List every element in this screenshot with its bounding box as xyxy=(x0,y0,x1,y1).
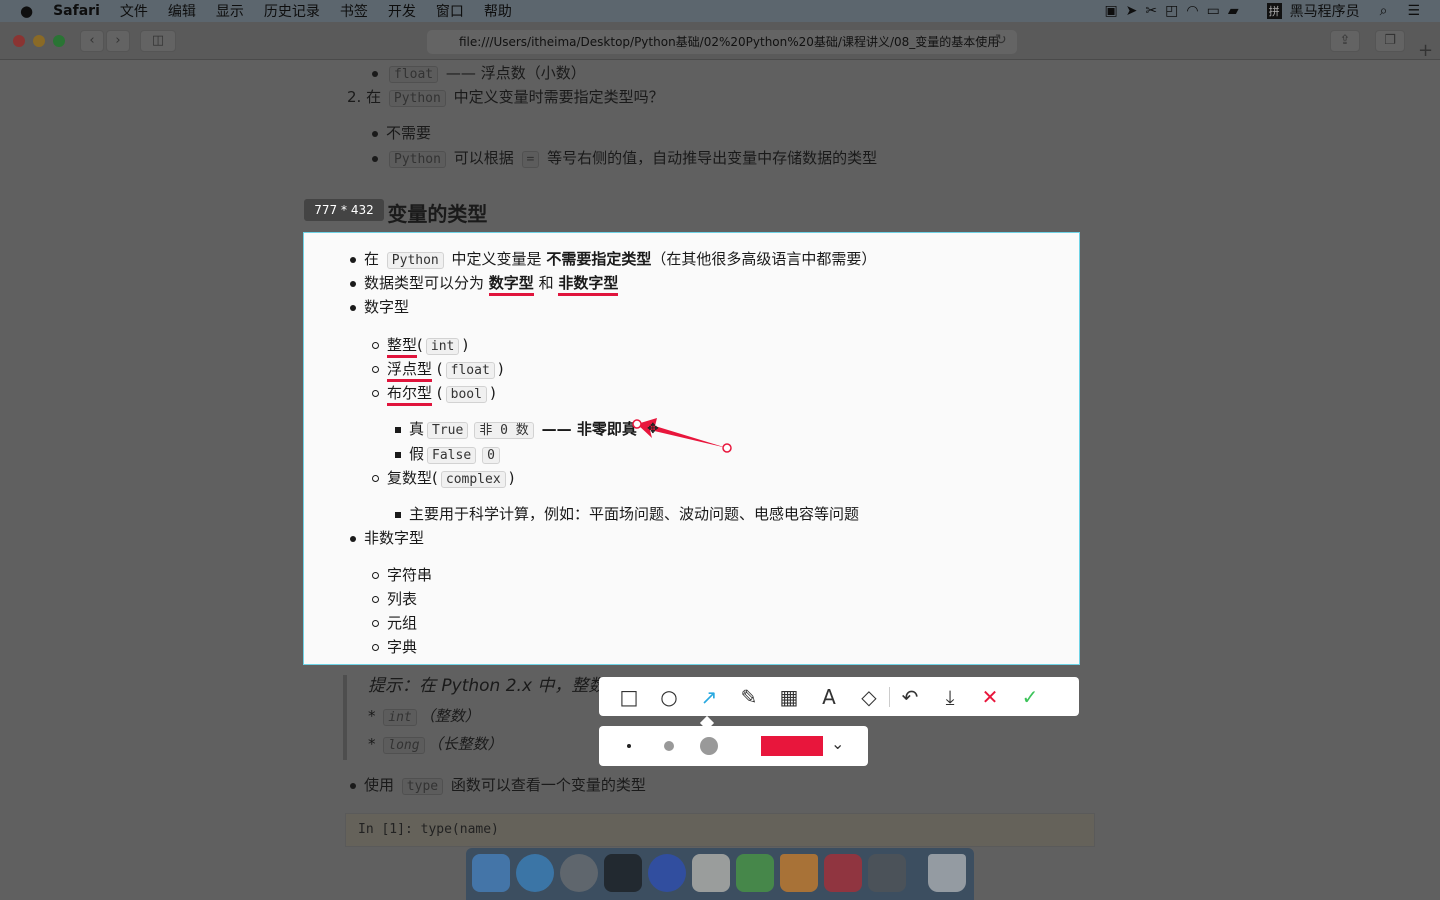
list-item: 主要用于科学计算，例如：平面场问题、波动问题、电感电容等问题 xyxy=(395,503,859,525)
tip-long: * long （长整数） xyxy=(368,735,503,754)
status-icons[interactable]: ▣➤✂◰◠▭▰ xyxy=(1104,3,1246,19)
list-item: 列表 xyxy=(372,588,417,610)
screen-recorder-icon[interactable] xyxy=(648,854,686,892)
mosaic-tool-icon[interactable]: ▦ xyxy=(769,677,809,716)
spotlight-icon[interactable]: ⌕ xyxy=(1380,3,1388,19)
forward-button[interactable]: › xyxy=(106,30,130,52)
back-button[interactable]: ‹ xyxy=(80,30,104,52)
menu-edit[interactable]: 编辑 xyxy=(168,1,196,21)
sublime-text-icon[interactable] xyxy=(868,854,906,892)
launchpad-icon[interactable] xyxy=(560,854,598,892)
list-item: 使用 type 函数可以查看一个变量的类型 xyxy=(350,774,646,798)
list-item: 字典 xyxy=(372,636,417,658)
terminal-icon[interactable] xyxy=(604,854,642,892)
menu-file[interactable]: 文件 xyxy=(120,1,148,21)
tip-text: 提示：在 Python 2.x 中，整数 xyxy=(368,676,606,696)
pen-tool-icon[interactable]: ✎ xyxy=(729,677,769,716)
menu-help[interactable]: 帮助 xyxy=(484,1,512,21)
arrow-handle-end xyxy=(722,443,732,453)
menu-history[interactable]: 历史记录 xyxy=(264,1,320,21)
new-tab-button[interactable]: + xyxy=(1418,40,1433,61)
list-item: 非数字型 xyxy=(350,527,424,549)
arrow-annotation[interactable]: ✥ xyxy=(630,412,735,457)
list-item: 整型(int) xyxy=(372,334,468,358)
code-cell[interactable]: In [1]: type(name) xyxy=(345,813,1095,847)
menu-app[interactable]: Safari xyxy=(53,3,100,19)
safari-icon[interactable] xyxy=(516,854,554,892)
tip-int: * int （整数） xyxy=(368,707,480,726)
tabs-button[interactable]: ❐ xyxy=(1375,30,1405,52)
list-item: float —— 浮点数（小数） xyxy=(372,62,586,86)
list-item: 不需要 xyxy=(372,122,431,144)
menu-bar: ● Safari 文件 编辑 显示 历史记录 书签 开发 窗口 帮助 ▣➤✂◰◠… xyxy=(0,0,1440,22)
mindnode-icon[interactable] xyxy=(692,854,730,892)
menu-view[interactable]: 显示 xyxy=(216,1,244,21)
arrow-tool-icon[interactable]: ↗ xyxy=(689,677,729,716)
list-item: 数据类型可以分为 数字型 和 非数字型 xyxy=(350,272,619,296)
sidebar-button[interactable]: ◫ xyxy=(140,30,176,52)
arrow-handle-start xyxy=(632,419,642,429)
size-small-option[interactable] xyxy=(627,744,631,748)
address-bar[interactable]: file:///Users/itheima/Desktop/Python基础/0… xyxy=(427,30,1017,54)
list-item: 数字型 xyxy=(350,296,409,318)
download-icon[interactable]: ⤓ xyxy=(930,677,970,716)
size-medium-option[interactable] xyxy=(664,741,674,751)
vmware-icon[interactable] xyxy=(824,854,862,892)
capture-toolbar: □ ○ ↗ ✎ ▦ A ◇ ↶ ⤓ ✕ ✓ xyxy=(599,677,1079,716)
zoom-window-button[interactable] xyxy=(53,35,65,47)
list-item: 元组 xyxy=(372,612,417,634)
stroke-options-bar: ⌄ xyxy=(599,726,868,766)
browser-toolbar: ‹ › ◫ file:///Users/itheima/Desktop/Pyth… xyxy=(0,22,1440,61)
xmind-icon[interactable] xyxy=(736,854,774,892)
apple-icon[interactable]: ● xyxy=(20,2,33,20)
menu-develop[interactable]: 开发 xyxy=(388,1,416,21)
ellipse-tool-icon[interactable]: ○ xyxy=(649,677,689,716)
move-cursor-icon: ✥ xyxy=(647,421,659,437)
list-item: 浮点型 (float) xyxy=(372,358,504,382)
input-method-icon[interactable]: 拼 xyxy=(1266,3,1282,19)
minimize-window-button[interactable] xyxy=(33,35,45,47)
list-item: Python 可以根据 = 等号右侧的值，自动推导出变量中存储数据的类型 xyxy=(372,147,877,171)
trash-icon[interactable] xyxy=(928,854,966,892)
rectangle-tool-icon[interactable]: □ xyxy=(609,677,649,716)
list-item: 字符串 xyxy=(372,564,432,586)
finder-icon[interactable] xyxy=(472,854,510,892)
cancel-icon[interactable]: ✕ xyxy=(970,677,1010,716)
chevron-down-icon[interactable]: ⌄ xyxy=(831,734,844,753)
dock xyxy=(466,848,974,900)
blockquote-border xyxy=(343,675,347,760)
undo-icon[interactable]: ↶ xyxy=(890,677,930,716)
close-window-button[interactable] xyxy=(13,35,25,47)
confirm-icon[interactable]: ✓ xyxy=(1010,677,1050,716)
list-item: 在 Python 中定义变量是 不需要指定类型（在其他很多高级语言中都需要） xyxy=(350,248,876,272)
list-item: 2. 在 Python 中定义变量时需要指定类型吗？ xyxy=(347,88,664,107)
vlc-icon[interactable] xyxy=(780,854,818,892)
list-item: 布尔型 (bool) xyxy=(372,382,496,406)
share-button[interactable]: ⇪ xyxy=(1330,30,1360,52)
color-swatch[interactable] xyxy=(761,736,823,756)
user-name[interactable]: 黑马程序员 xyxy=(1290,1,1360,21)
reload-icon[interactable]: ↻ xyxy=(995,32,1007,48)
list-item: 真 True 非 0 数 —— 非零即真 xyxy=(395,418,637,442)
tag-tool-icon[interactable]: ◇ xyxy=(849,677,889,716)
text-tool-icon[interactable]: A xyxy=(809,677,849,716)
size-large-option[interactable] xyxy=(700,737,718,755)
list-item: 复数型(complex) xyxy=(372,467,515,491)
notification-icon[interactable]: ☰ xyxy=(1407,3,1420,19)
menu-window[interactable]: 窗口 xyxy=(436,1,464,21)
menu-bookmarks[interactable]: 书签 xyxy=(340,1,368,21)
selection-size: 777 * 432 xyxy=(304,199,384,221)
list-item: 假 False 0 xyxy=(395,443,503,467)
